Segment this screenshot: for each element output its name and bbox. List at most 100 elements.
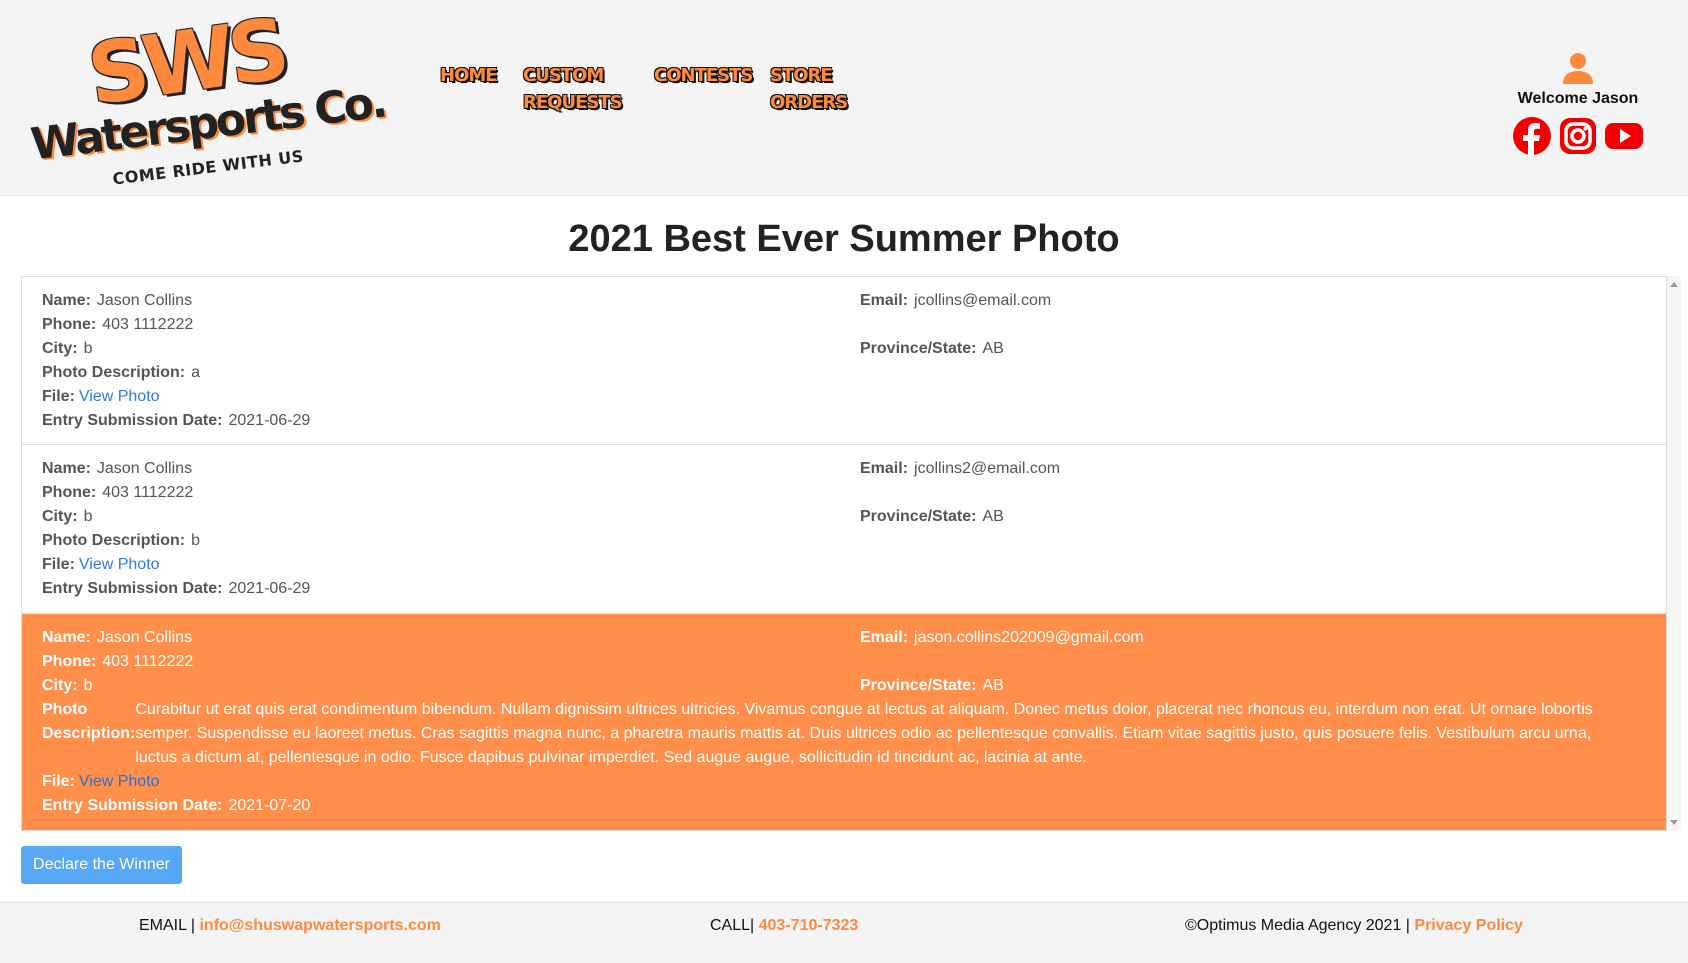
date-row: Entry Submission Date: 2021-06-29	[42, 409, 822, 433]
email-label: Email:	[860, 629, 909, 646]
facebook-icon[interactable]	[1512, 116, 1552, 156]
phone-value: 403 1112222	[102, 653, 194, 670]
city-label: City:	[42, 340, 78, 357]
email-row: Email: jason.collins202009@gmail.com	[860, 626, 1620, 650]
province-value: AB	[982, 508, 1004, 525]
date-value: 2021-06-29	[228, 580, 311, 597]
view-photo-link[interactable]: View Photo	[79, 556, 160, 573]
name-label: Name:	[42, 629, 91, 646]
page-title: 2021 Best Ever Summer Photo	[568, 218, 1120, 260]
province-label: Province/State:	[860, 508, 977, 525]
nav-store-orders[interactable]: STORE ORDERS	[770, 62, 848, 116]
city-row: City: b	[42, 505, 822, 529]
province-row: Province/State: AB	[860, 505, 1640, 529]
province-value: AB	[982, 677, 1004, 694]
date-label: Entry Submission Date:	[42, 797, 223, 814]
entry-right-column: Email: jason.collins202009@gmail.com Prov…	[860, 626, 1620, 698]
description-label: Photo Description:	[42, 364, 186, 381]
email-label: Email:	[860, 460, 909, 477]
province-value: AB	[982, 340, 1004, 357]
footer-email-link[interactable]: info@shuswapwatersports.com	[199, 917, 440, 934]
nav-custom-requests[interactable]: CUSTOM REQUESTS	[523, 62, 623, 116]
name-label: Name:	[42, 292, 91, 309]
social-links	[1508, 116, 1648, 156]
main-content: 2021 Best Ever Summer Photo Name: Jason C…	[0, 195, 1688, 903]
phone-label: Phone:	[42, 484, 97, 501]
view-photo-link[interactable]: View Photo	[79, 773, 160, 790]
date-row: Entry Submission Date: 2021-07-20	[42, 794, 1632, 818]
entry-item[interactable]: Name: Jason Collins Phone: 403 1112222 Cit…	[22, 445, 1666, 614]
name-label: Name:	[42, 460, 91, 477]
date-label: Entry Submission Date:	[42, 412, 223, 429]
email-row: Email: jcollins2@email.com	[860, 457, 1640, 481]
sws-logo[interactable]: SWS Watersports Co. COME RIDE WITH US	[28, 0, 387, 189]
name-value: Jason Collins	[96, 460, 193, 477]
nav-contests[interactable]: CONTESTS	[654, 62, 753, 89]
entry-left-column: Name: Jason Collins Phone: 403 1112222 Cit…	[42, 289, 822, 433]
site-header: SWS Watersports Co. COME RIDE WITH US HO…	[0, 0, 1688, 195]
entry-left-column: Name: Jason Collins Phone: 403 1112222 Cit…	[42, 457, 822, 601]
entries-list[interactable]: Name: Jason Collins Phone: 403 1112222 Cit…	[21, 276, 1667, 831]
footer-email-label: EMAIL |	[139, 917, 196, 934]
file-label: File:	[42, 556, 75, 573]
city-label: City:	[42, 677, 78, 694]
email-value: jason.collins202009@gmail.com	[914, 629, 1144, 646]
city-value: b	[83, 340, 93, 357]
scroll-up-icon[interactable]	[1670, 282, 1678, 287]
name-value: Jason Collins	[96, 629, 193, 646]
name-value: Jason Collins	[96, 292, 193, 309]
entry-item-selected[interactable]: Name: Jason Collins Phone: 403 1112222 Cit…	[22, 614, 1666, 830]
file-row: File: View Photo	[42, 553, 822, 577]
entry-right-column: Email: jcollins@email.com Province/State:…	[860, 289, 1640, 361]
phone-label: Phone:	[42, 653, 97, 670]
footer-call-label: CALL|	[710, 917, 755, 934]
date-value: 2021-06-29	[228, 412, 311, 429]
phone-value: 403 1112222	[102, 316, 194, 333]
nav-home[interactable]: HOME	[440, 62, 498, 89]
entry-right-column: Email: jcollins2@email.com Province/State…	[860, 457, 1640, 529]
privacy-policy-link[interactable]: Privacy Policy	[1414, 917, 1523, 934]
footer-copyright: ©Optimus Media Agency 2021 | Privacy Pol…	[1185, 917, 1523, 935]
name-row: Name: Jason Collins	[42, 289, 822, 313]
welcome-text: Welcome Jason	[1517, 90, 1639, 107]
description-row: Photo Description: Curabitur ut erat quis…	[42, 698, 1632, 770]
file-label: File:	[42, 388, 75, 405]
description-row: Photo Description: a	[42, 361, 822, 385]
phone-row: Phone: 403 1112222	[42, 313, 822, 337]
province-label: Province/State:	[860, 677, 977, 694]
footer-call: CALL| 403-710-7323	[710, 917, 858, 935]
date-value: 2021-07-20	[228, 797, 311, 814]
footer-copyright-text: ©Optimus Media Agency 2021 |	[1185, 917, 1410, 934]
email-value: jcollins@email.com	[914, 292, 1052, 309]
user-icon[interactable]	[1560, 50, 1596, 86]
declare-winner-button[interactable]: Declare the Winner	[21, 846, 182, 884]
city-value: b	[83, 508, 93, 525]
description-row: Photo Description: b	[42, 529, 822, 553]
youtube-icon[interactable]	[1604, 116, 1644, 156]
instagram-icon[interactable]	[1558, 116, 1598, 156]
description-value: a	[191, 364, 201, 381]
phone-label: Phone:	[42, 316, 97, 333]
email-label: Email:	[860, 292, 909, 309]
scroll-down-icon[interactable]	[1670, 820, 1678, 825]
site-footer: EMAIL | info@shuswapwatersports.com CALL…	[0, 905, 1688, 947]
description-label: Photo Description:	[42, 532, 186, 549]
file-row: File: View Photo	[42, 770, 1632, 794]
province-row: Province/State: AB	[860, 674, 1620, 698]
date-row: Entry Submission Date: 2021-06-29	[42, 577, 822, 601]
view-photo-link[interactable]: View Photo	[79, 388, 160, 405]
name-row: Name: Jason Collins	[42, 457, 822, 481]
city-value: b	[83, 677, 93, 694]
entry-item[interactable]: Name: Jason Collins Phone: 403 1112222 Cit…	[22, 277, 1666, 445]
file-row: File: View Photo	[42, 385, 822, 409]
phone-row: Phone: 403 1112222	[42, 481, 822, 505]
file-label: File:	[42, 773, 75, 790]
email-row: Email: jcollins@email.com	[860, 289, 1640, 313]
footer-phone-link[interactable]: 403-710-7323	[759, 917, 859, 934]
phone-value: 403 1112222	[102, 484, 194, 501]
entries-scrollbar[interactable]	[1667, 276, 1681, 831]
date-label: Entry Submission Date:	[42, 580, 223, 597]
description-label: Photo Description:	[42, 701, 136, 742]
description-value: Curabitur ut erat quis erat condimentum …	[135, 701, 1593, 766]
footer-email: EMAIL | info@shuswapwatersports.com	[139, 917, 441, 935]
